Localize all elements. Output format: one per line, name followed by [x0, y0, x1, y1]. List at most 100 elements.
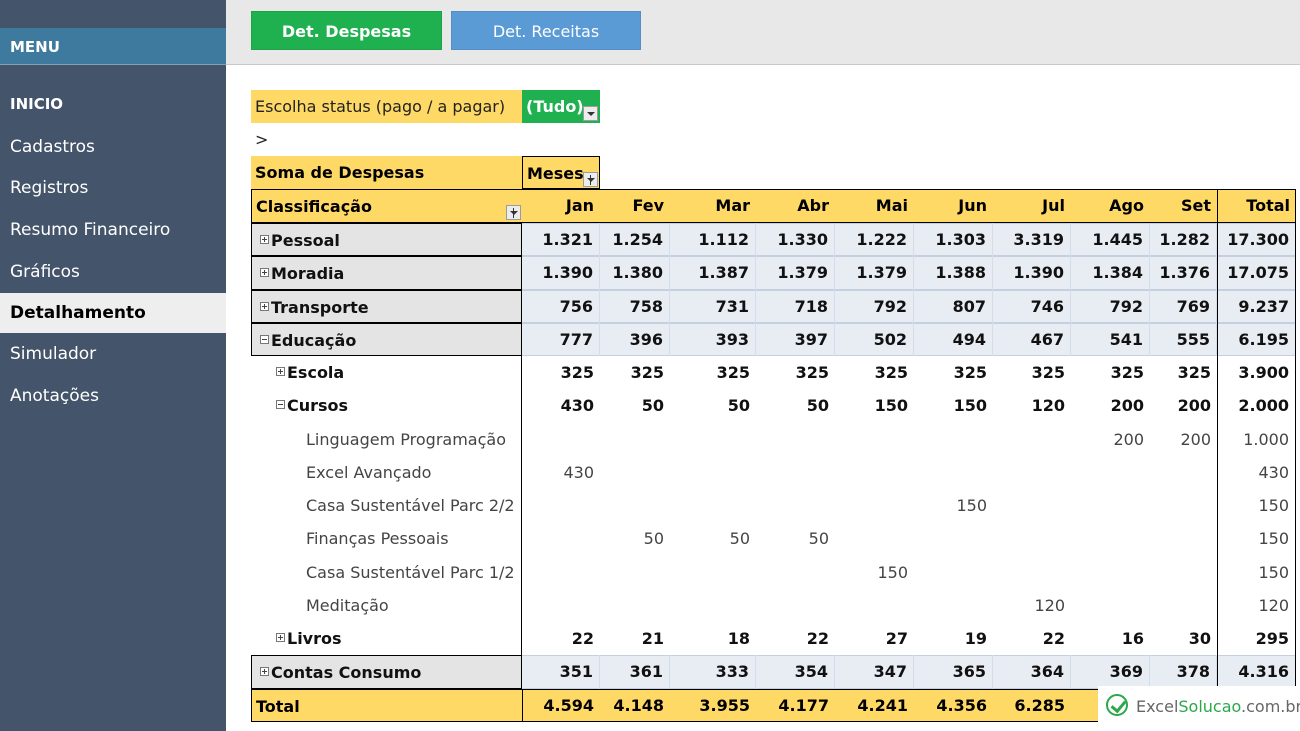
- value-cell: [1071, 522, 1150, 555]
- excelsolucao-logo: ExcelSolucao.com.br: [1098, 686, 1300, 726]
- value-cell: 22: [806, 629, 829, 648]
- row-label-text: Contas Consumo: [271, 663, 422, 683]
- value-cell: 150: [877, 562, 908, 582]
- row-label[interactable]: Transporte: [251, 289, 522, 323]
- value-cell: 120: [1031, 396, 1065, 416]
- grand-total-value: 4.356: [936, 695, 987, 715]
- collapse-minus-icon[interactable]: [276, 400, 285, 410]
- row-label[interactable]: Pessoal: [251, 223, 522, 257]
- meses-filter-icon[interactable]: [583, 172, 598, 187]
- value-cell: 16: [1121, 629, 1144, 648]
- value-cell: 1.380: [600, 256, 670, 290]
- row-label-text: Finanças Pessoais: [306, 529, 449, 549]
- sidebar-item-detalhamento[interactable]: Detalhamento: [0, 293, 226, 333]
- row-label-text: Transporte: [271, 297, 369, 317]
- value-cell: 354: [756, 655, 835, 689]
- value-cell: 50: [641, 396, 664, 416]
- value-cell: 1.390: [522, 256, 600, 290]
- classificacao-filter-icon[interactable]: [506, 205, 521, 220]
- row-total-cell: 120: [1217, 588, 1296, 622]
- row-label-text: Casa Sustentável Parc 2/2: [306, 496, 515, 515]
- sidebar-item-anotacoes[interactable]: Anotações: [0, 376, 226, 416]
- value-cell: [993, 522, 1071, 555]
- row-label[interactable]: Cursos: [251, 389, 522, 423]
- status-filter-dropdown-icon[interactable]: [583, 106, 598, 121]
- value-cell: 361: [600, 655, 670, 689]
- row-total-cell: 3.900: [1217, 356, 1296, 390]
- month-header-mar: Mar: [715, 196, 750, 215]
- value-cell: 792: [835, 289, 914, 323]
- grand-total-value: 6.285: [1014, 695, 1065, 715]
- value-cell: 325: [1031, 363, 1065, 382]
- value-cell: [670, 423, 756, 456]
- row-total-cell: 17.300: [1217, 223, 1296, 257]
- value-cell: 351: [522, 655, 600, 689]
- month-header-jul: Jul: [1042, 196, 1065, 215]
- row-label[interactable]: Escola: [251, 356, 522, 390]
- row-total-cell: 4.316: [1217, 655, 1296, 689]
- value-cell: 30: [1188, 629, 1211, 648]
- det-despesas-button[interactable]: Det. Despesas: [251, 11, 442, 50]
- value-cell: [835, 522, 914, 555]
- value-cell: [522, 489, 600, 522]
- sidebar-item-resumo-financeiro[interactable]: Resumo Financeiro: [0, 210, 226, 250]
- value-cell: 325: [560, 363, 594, 382]
- value-cell: [993, 556, 1071, 589]
- value-cell: [1150, 589, 1217, 622]
- expand-plus-icon[interactable]: [276, 367, 285, 376]
- grand-total-label: Total: [251, 688, 522, 722]
- value-cell: [1071, 489, 1150, 522]
- value-cell: [1071, 589, 1150, 622]
- value-cell: [756, 456, 835, 489]
- value-cell: [600, 589, 670, 622]
- expand-plus-icon[interactable]: [260, 301, 269, 311]
- sidebar-item-registros[interactable]: Registros: [0, 168, 226, 208]
- sidebar-item-inicio[interactable]: INICIO: [0, 84, 226, 124]
- sidebar-item-graficos[interactable]: Gráficos: [0, 252, 226, 292]
- value-cell: 1.445: [1071, 223, 1150, 257]
- expand-plus-icon[interactable]: [260, 667, 269, 677]
- logo-text: ExcelSolucao.com.br: [1136, 697, 1300, 716]
- value-cell: [600, 423, 670, 456]
- value-cell: [993, 423, 1071, 456]
- value-cell: 397: [756, 322, 835, 356]
- row-label[interactable]: Moradia: [251, 256, 522, 290]
- value-cell: 364: [993, 655, 1071, 689]
- value-cell: 50: [643, 529, 664, 549]
- expand-plus-icon[interactable]: [260, 268, 269, 278]
- value-cell: 1.387: [670, 256, 756, 290]
- grand-total-value: 4.241: [857, 695, 908, 715]
- row-label[interactable]: Contas Consumo: [251, 655, 522, 689]
- expand-plus-icon[interactable]: [276, 633, 285, 642]
- value-cell: 807: [914, 289, 993, 323]
- value-cell: 365: [914, 655, 993, 689]
- expand-plus-icon[interactable]: [260, 235, 269, 244]
- value-cell: [914, 423, 993, 456]
- collapse-minus-icon[interactable]: [260, 334, 269, 344]
- value-cell: 3.319: [993, 223, 1071, 257]
- value-cell: [756, 423, 835, 456]
- value-cell: 325: [630, 363, 664, 382]
- value-cell: 1.379: [835, 256, 914, 290]
- value-cell: 718: [756, 289, 835, 323]
- value-cell: [1150, 489, 1217, 522]
- toolbar: Det. Despesas Det. Receitas: [226, 0, 1300, 65]
- row-label[interactable]: Livros: [251, 622, 522, 656]
- row-label[interactable]: Educação: [251, 322, 522, 356]
- value-cell: 769: [1150, 289, 1217, 323]
- sidebar-item-cadastros[interactable]: Cadastros: [0, 127, 226, 167]
- row-label: Casa Sustentável Parc 1/2: [251, 555, 522, 589]
- value-cell: 150: [956, 496, 987, 515]
- grand-total-value: 4.594: [543, 695, 594, 715]
- month-header-set: Set: [1180, 196, 1211, 215]
- month-header-mai: Mai: [875, 196, 908, 215]
- row-label-text: Casa Sustentável Parc 1/2: [306, 562, 515, 582]
- value-cell: 430: [560, 396, 594, 416]
- row-label-text: Escola: [287, 363, 345, 382]
- row-total-cell: 6.195: [1217, 322, 1296, 356]
- det-receitas-button[interactable]: Det. Receitas: [451, 11, 641, 50]
- value-cell: 325: [1110, 363, 1144, 382]
- value-cell: [600, 556, 670, 589]
- sidebar-item-simulador[interactable]: Simulador: [0, 334, 226, 374]
- value-cell: [1150, 556, 1217, 589]
